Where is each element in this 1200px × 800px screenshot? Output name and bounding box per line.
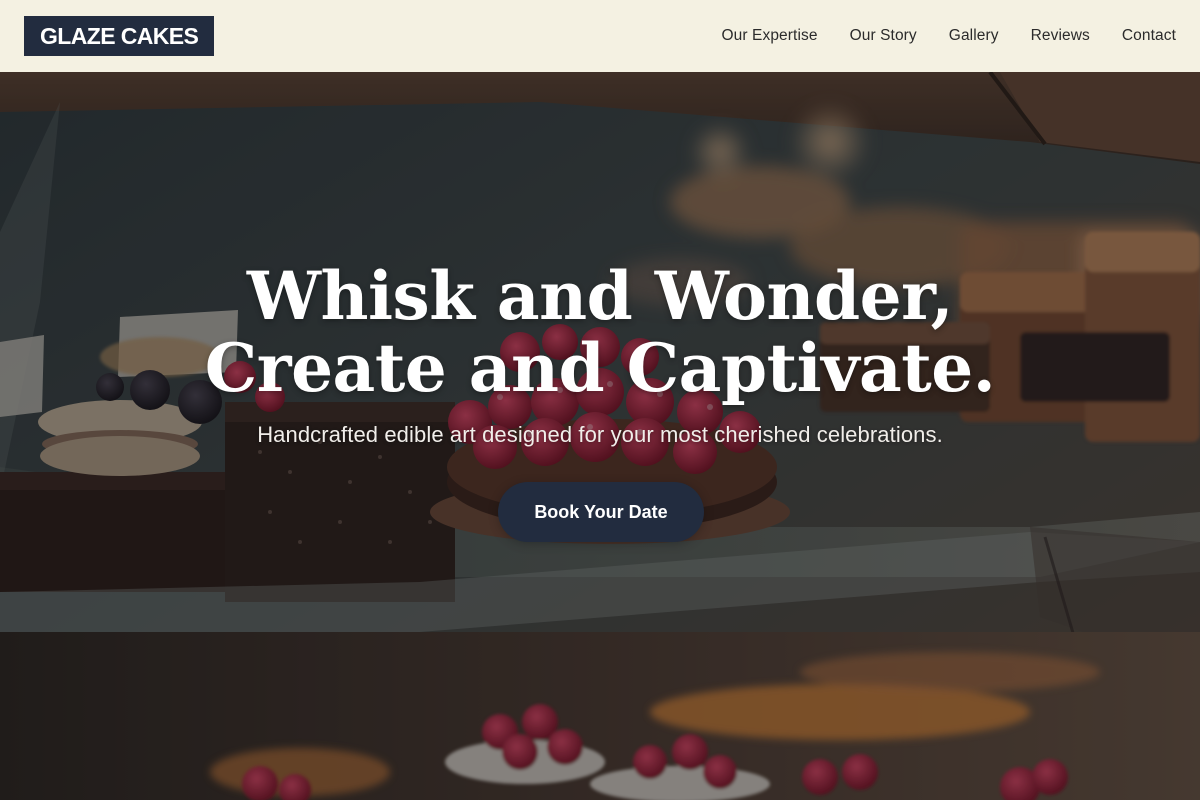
hero-content: Whisk and Wonder, Create and Captivate. … (0, 72, 1200, 800)
book-your-date-button[interactable]: Book Your Date (498, 482, 704, 542)
hero-headline-line-1: Whisk and Wonder, (246, 257, 954, 335)
hero-headline-line-2: Create and Captivate. (204, 329, 996, 407)
nav-link-contact[interactable]: Contact (1122, 27, 1176, 45)
main-nav: Our Expertise Our Story Gallery Reviews … (722, 27, 1177, 45)
nav-link-our-expertise[interactable]: Our Expertise (722, 27, 818, 45)
site-header: GLAZE CAKES Our Expertise Our Story Gall… (0, 0, 1200, 72)
nav-link-our-story[interactable]: Our Story (850, 27, 917, 45)
brand-logo[interactable]: GLAZE CAKES (24, 16, 215, 56)
nav-link-gallery[interactable]: Gallery (949, 27, 999, 45)
nav-link-reviews[interactable]: Reviews (1031, 27, 1090, 45)
hero-tagline: Handcrafted edible art designed for your… (257, 422, 943, 447)
hero-headline: Whisk and Wonder, Create and Captivate. (0, 260, 1200, 404)
page: GLAZE CAKES Our Expertise Our Story Gall… (0, 0, 1200, 800)
hero-section: Whisk and Wonder, Create and Captivate. … (0, 72, 1200, 800)
